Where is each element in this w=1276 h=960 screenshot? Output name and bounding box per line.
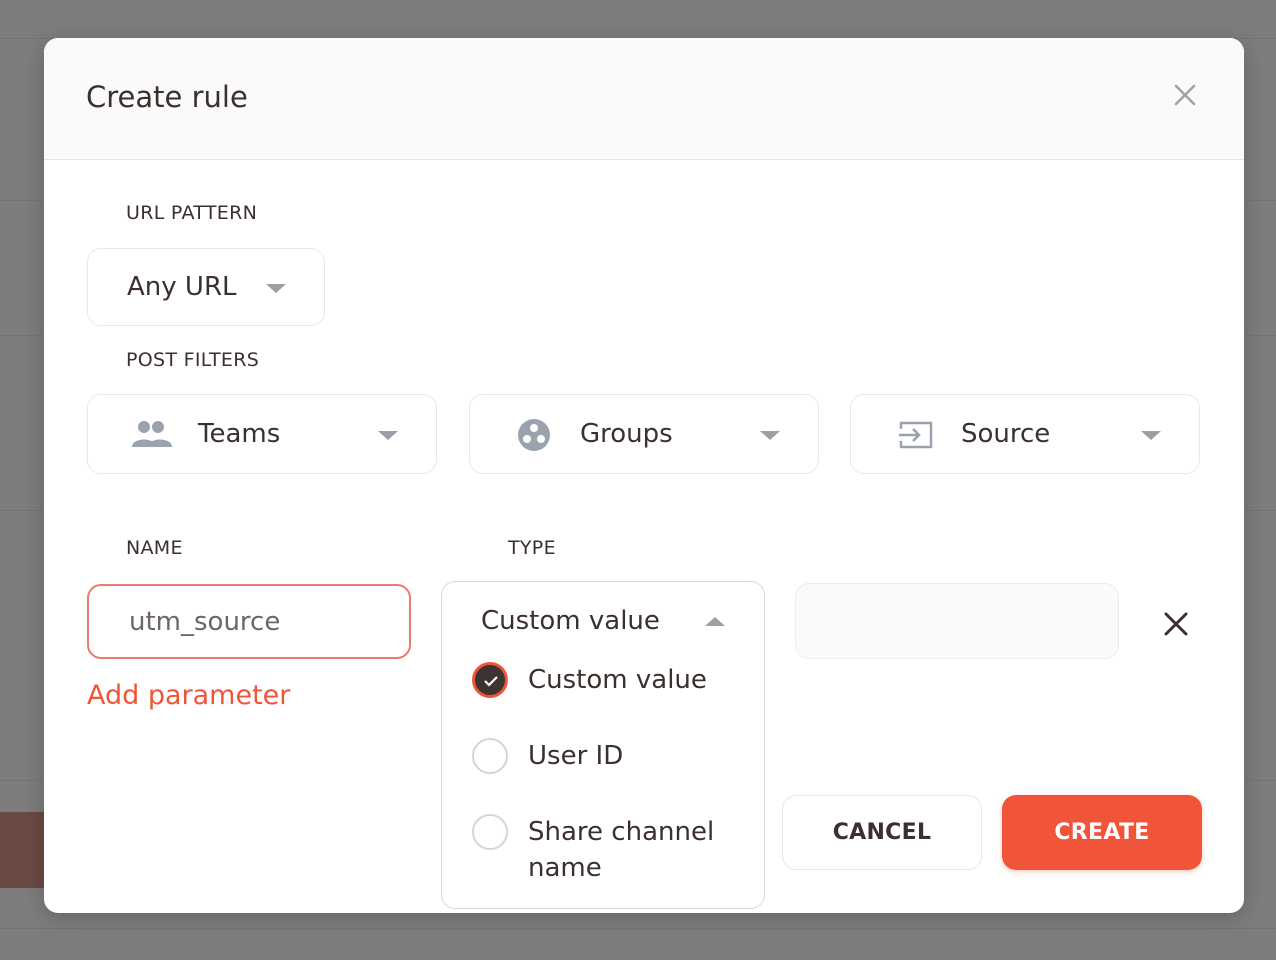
type-option-custom-value[interactable]: Custom value: [472, 662, 738, 698]
cancel-button[interactable]: CANCEL: [782, 795, 982, 870]
groups-filter-label: Groups: [580, 419, 673, 449]
create-button[interactable]: CREATE: [1002, 795, 1202, 870]
groups-filter-select[interactable]: Groups: [469, 394, 819, 474]
source-filter-select[interactable]: Source: [850, 394, 1200, 474]
name-label: NAME: [126, 537, 183, 559]
option-label: Share channel name: [528, 817, 715, 883]
option-label: User ID: [528, 741, 624, 771]
type-dropdown[interactable]: Custom value Custom value User ID Share …: [441, 581, 765, 909]
type-selected-value: Custom value: [481, 606, 660, 636]
type-option-share-channel-name[interactable]: Share channel name: [472, 814, 738, 886]
url-pattern-select[interactable]: Any URL: [87, 248, 325, 326]
radio-checked-icon: [472, 662, 508, 698]
groups-icon: [518, 419, 550, 451]
chevron-down-icon: [1141, 431, 1161, 440]
chevron-down-icon: [378, 431, 398, 440]
radio-icon: [472, 814, 508, 850]
parameter-name-input[interactable]: [87, 584, 411, 659]
people-icon: [132, 421, 172, 447]
chevron-up-icon: [705, 617, 725, 626]
parameter-value-input[interactable]: [795, 583, 1119, 659]
chevron-down-icon: [266, 284, 286, 293]
chevron-down-icon: [760, 431, 780, 440]
type-option-user-id[interactable]: User ID: [472, 738, 738, 774]
remove-parameter-icon[interactable]: [1160, 608, 1192, 640]
add-parameter-link[interactable]: Add parameter: [87, 680, 290, 711]
create-rule-modal: Create rule URL PATTERN Any URL POST FIL…: [44, 38, 1244, 913]
background-divider: [0, 928, 1276, 929]
source-icon: [899, 421, 933, 449]
teams-filter-select[interactable]: Teams: [87, 394, 437, 474]
option-label: Custom value: [528, 665, 707, 695]
close-icon[interactable]: [1170, 80, 1200, 110]
url-pattern-value: Any URL: [127, 272, 237, 302]
modal-title: Create rule: [86, 80, 248, 114]
background-new-button: [0, 812, 48, 888]
radio-icon: [472, 738, 508, 774]
type-label: TYPE: [508, 537, 556, 559]
url-pattern-label: URL PATTERN: [126, 202, 258, 224]
post-filters-label: POST FILTERS: [126, 349, 260, 371]
teams-filter-label: Teams: [198, 419, 281, 449]
source-filter-label: Source: [961, 419, 1051, 449]
modal-header: Create rule: [44, 38, 1244, 160]
